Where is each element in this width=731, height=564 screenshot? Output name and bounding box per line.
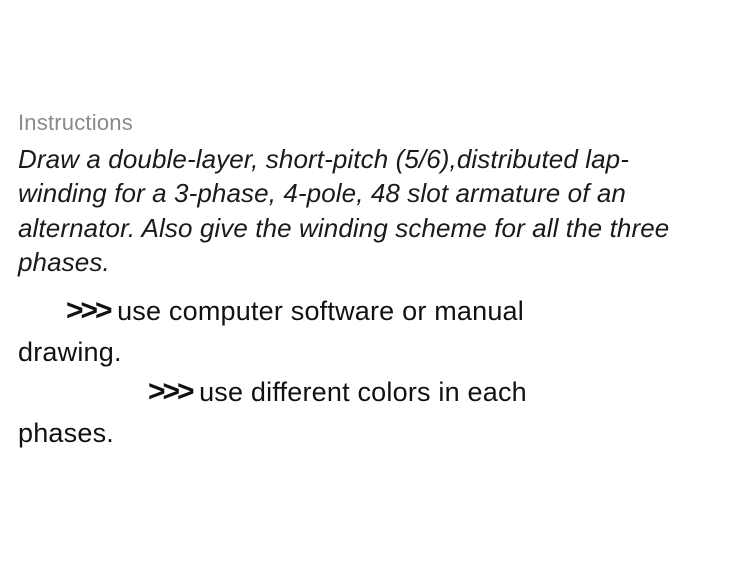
note-1-text-b: drawing. — [18, 337, 122, 367]
note-2-text-a: use different colors in each — [199, 377, 527, 407]
note-2-line-1: >>> use different colors in each — [18, 372, 713, 413]
arrow-icon: >>> — [148, 372, 192, 413]
arrow-icon: >>> — [66, 291, 110, 332]
note-1-text-a: use computer software or manual — [117, 296, 524, 326]
note-2-text-b: phases. — [18, 418, 114, 448]
note-1-line-1: >>> use computer software or manual — [18, 291, 713, 332]
note-2-line-2: phases. — [18, 415, 713, 451]
note-1-line-2: drawing. — [18, 334, 713, 370]
instructions-label: Instructions — [18, 110, 713, 136]
problem-statement: Draw a double-layer, short-pitch (5/6),d… — [18, 142, 713, 279]
